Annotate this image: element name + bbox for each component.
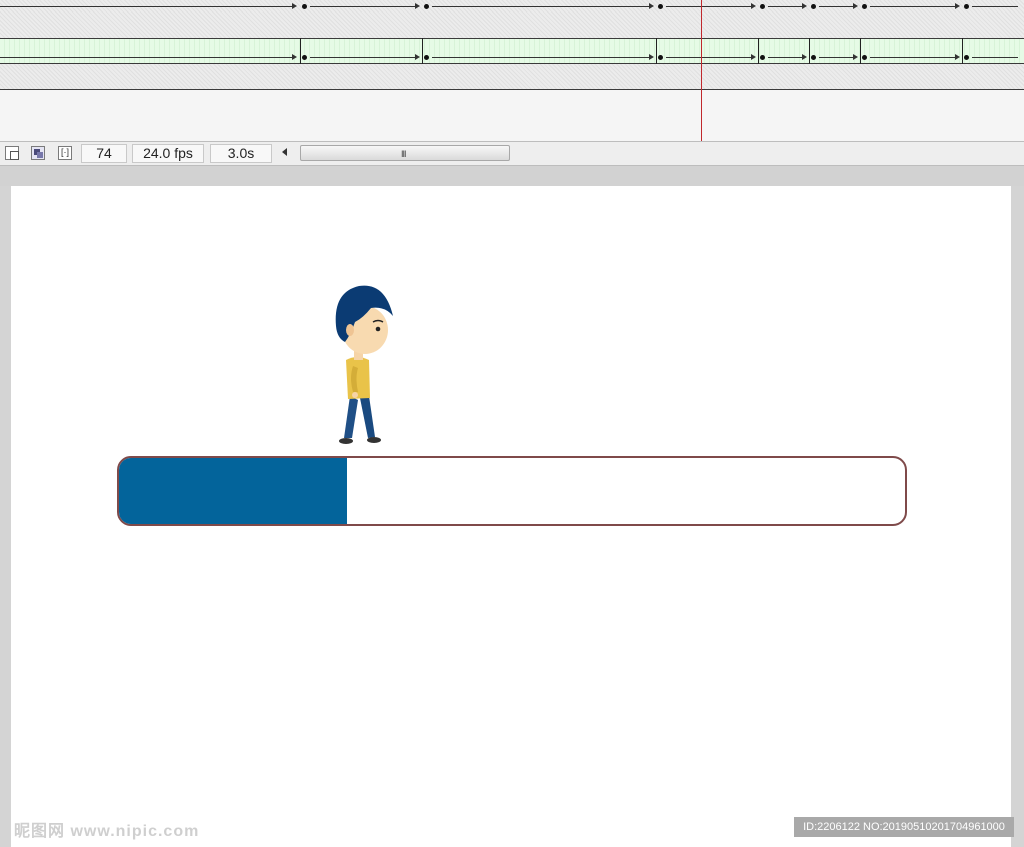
- tween-line: [310, 6, 416, 7]
- keyframe-dot: [964, 4, 969, 9]
- tween-arrow-icon: [853, 3, 858, 9]
- keyframe-dot: [424, 4, 429, 9]
- keyframe-boundary: [656, 38, 657, 64]
- frame-rate-field[interactable]: 24.0 fps: [132, 144, 204, 163]
- keyframe-boundary: [962, 38, 963, 64]
- tween-line: [768, 57, 803, 58]
- scroll-grip-icon: III: [401, 149, 406, 159]
- scroll-left-arrow-icon[interactable]: [282, 148, 287, 156]
- tween-line: [819, 57, 854, 58]
- tween-arrow-icon: [415, 54, 420, 60]
- timeline-layer-row-selected[interactable]: [0, 38, 1024, 64]
- tween-line: [666, 6, 752, 7]
- walking-boy-character[interactable]: [319, 278, 411, 455]
- timeline-status-bar: [·] 74 24.0 fps 3.0s III: [0, 141, 1024, 166]
- keyframe-dot: [302, 55, 307, 60]
- tween-arrow-icon: [649, 3, 654, 9]
- keyframe-dot: [760, 4, 765, 9]
- timeline-scrollbar-thumb[interactable]: III: [300, 145, 510, 161]
- tween-line: [768, 6, 803, 7]
- tween-arrow-icon: [292, 54, 297, 60]
- tween-line: [432, 6, 650, 7]
- tween-arrow-icon: [955, 3, 960, 9]
- onion-skin-icon[interactable]: [5, 146, 19, 160]
- keyframe-boundary: [860, 38, 861, 64]
- tween-arrow-icon: [415, 3, 420, 9]
- progress-bar-fill: [119, 458, 347, 524]
- tween-arrow-icon: [853, 54, 858, 60]
- tween-line: [972, 6, 1018, 7]
- tween-line: [310, 57, 416, 58]
- stage-pasteboard: [0, 166, 1024, 186]
- tween-arrow-icon: [292, 3, 297, 9]
- edit-multiple-frames-icon[interactable]: [·]: [58, 146, 72, 160]
- timeline-panel[interactable]: [0, 0, 1024, 141]
- onion-skin-outlines-icon[interactable]: [31, 146, 45, 160]
- timeline-layer-row-lower[interactable]: [0, 64, 1024, 90]
- keyframe-dot: [760, 55, 765, 60]
- watermark-id: ID:2206122 NO:20190510201704961000: [794, 817, 1014, 837]
- tween-arrow-icon: [802, 3, 807, 9]
- watermark-logo: 昵图网 www.nipic.com: [14, 823, 200, 840]
- tween-line: [666, 57, 752, 58]
- tween-arrow-icon: [751, 54, 756, 60]
- current-frame-field[interactable]: 74: [81, 144, 127, 163]
- tween-arrow-icon: [751, 3, 756, 9]
- timeline-layer-row-gap[interactable]: [0, 12, 1024, 38]
- tween-line: [870, 6, 956, 7]
- elapsed-time-field: 3.0s: [210, 144, 272, 163]
- tween-line: [0, 57, 292, 58]
- keyframe-dot: [302, 4, 307, 9]
- playhead[interactable]: [701, 0, 702, 141]
- keyframe-dot: [862, 4, 867, 9]
- stage-canvas[interactable]: [11, 186, 1011, 847]
- keyframe-dot: [811, 4, 816, 9]
- keyframe-boundary: [758, 38, 759, 64]
- tween-line: [870, 57, 956, 58]
- tween-line: [819, 6, 854, 7]
- keyframe-boundary: [300, 38, 301, 64]
- keyframe-dot: [658, 4, 663, 9]
- tween-line: [972, 57, 1018, 58]
- keyframe-dot: [424, 55, 429, 60]
- keyframe-dot: [964, 55, 969, 60]
- keyframe-boundary: [809, 38, 810, 64]
- timeline-empty-area[interactable]: [0, 90, 1024, 141]
- keyframe-dot: [658, 55, 663, 60]
- keyframe-boundary: [422, 38, 423, 64]
- tween-line: [0, 6, 292, 7]
- progress-bar: [117, 456, 907, 526]
- tween-arrow-icon: [802, 54, 807, 60]
- tween-line: [432, 57, 650, 58]
- keyframe-dot: [862, 55, 867, 60]
- tween-arrow-icon: [955, 54, 960, 60]
- tween-arrow-icon: [649, 54, 654, 60]
- keyframe-dot: [811, 55, 816, 60]
